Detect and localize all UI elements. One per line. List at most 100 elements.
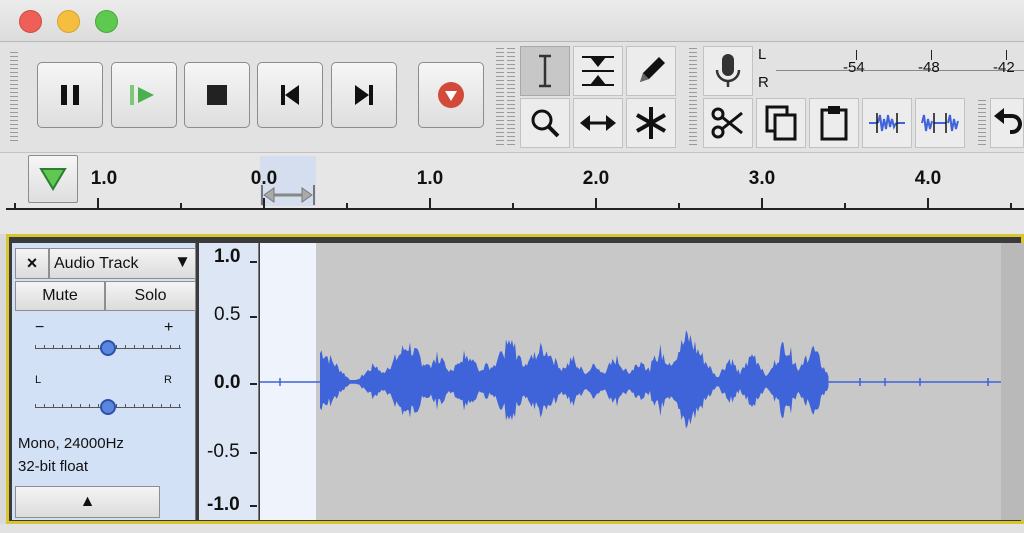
pencil-icon (640, 57, 665, 82)
stop-button[interactable] (184, 62, 250, 128)
selection-handle-icon[interactable] (260, 183, 318, 207)
meter-right-label: R (758, 74, 769, 91)
multi-tool[interactable] (626, 98, 676, 148)
track-format-rate: Mono, 24000Hz (18, 435, 124, 452)
solo-button[interactable]: Solo (105, 281, 196, 311)
envelope-tool[interactable] (573, 46, 623, 96)
dropdown-icon: ▼ (174, 252, 191, 271)
copy-icon (765, 105, 797, 141)
copy-button[interactable] (756, 98, 806, 148)
cut-button[interactable] (703, 98, 753, 148)
ruler-tick (844, 203, 846, 210)
pan-slider-thumb[interactable] (100, 399, 116, 415)
meter-tick-mark (931, 50, 932, 60)
waveform (260, 330, 1001, 429)
trim-audio-button[interactable] (862, 98, 912, 148)
record-button[interactable] (418, 62, 484, 128)
scissors-icon (711, 107, 743, 139)
toolbar-grip[interactable] (689, 48, 697, 146)
amplitude-ruler[interactable]: 1.0 0.5 0.0 -0.5 -1.0 (199, 243, 259, 520)
minimize-window-button[interactable] (57, 10, 80, 33)
ruler-label: 3.0 (748, 168, 776, 189)
play-button[interactable] (111, 62, 177, 128)
skip-to-start-icon (281, 85, 299, 105)
silence-audio-button[interactable] (915, 98, 965, 148)
track-format-bits: 32-bit float (18, 458, 89, 475)
amplitude-tick (250, 261, 257, 263)
toolbar-grip[interactable] (978, 100, 986, 146)
i-beam-icon (539, 54, 551, 88)
gain-slider[interactable] (35, 339, 181, 359)
ruler-tick (927, 198, 929, 210)
window-titlebar (0, 0, 1024, 42)
microphone-icon (715, 54, 741, 87)
toolbar-grip[interactable] (496, 48, 504, 146)
amplitude-label: -0.5 (207, 441, 240, 462)
double-arrow-icon (580, 115, 616, 131)
ruler-baseline (6, 208, 1024, 210)
ruler-tick (346, 203, 348, 210)
ruler-label: 2.0 (582, 168, 610, 189)
ruler-tick (14, 203, 16, 210)
time-shift-tool[interactable] (573, 98, 623, 148)
track-close-button[interactable]: × (15, 248, 49, 279)
skip-to-end-button[interactable] (331, 62, 397, 128)
ruler-label: 4.0 (914, 168, 942, 189)
ruler-tick (595, 198, 597, 210)
triangle-down-icon (39, 168, 67, 191)
record-meter-button[interactable] (703, 46, 753, 96)
track-menu-button[interactable]: Audio Track ▼ (49, 248, 196, 279)
track-right-strip (1001, 243, 1024, 520)
ruler-label: 1.0 (416, 168, 444, 189)
meter-tick: -42 (993, 59, 1015, 76)
toolbar-grip[interactable] (507, 48, 515, 146)
toolbar-grip[interactable] (10, 52, 18, 142)
ruler-tick (263, 198, 265, 210)
magnifier-icon (531, 109, 560, 138)
pan-right-label: R (164, 374, 172, 386)
undo-icon (994, 108, 1022, 134)
mute-button[interactable]: Mute (15, 281, 105, 311)
paste-button[interactable] (809, 98, 859, 148)
pan-slider[interactable] (35, 398, 181, 418)
amplitude-tick (250, 316, 257, 318)
skip-to-start-button[interactable] (257, 62, 323, 128)
ruler-tick (678, 203, 680, 210)
pan-left-label: L (35, 374, 42, 386)
track-name: Audio Track (54, 254, 139, 272)
record-icon (438, 82, 464, 108)
amplitude-tick (250, 452, 257, 454)
envelope-icon (582, 56, 614, 86)
ruler-tick (761, 198, 763, 210)
undo-button[interactable] (990, 98, 1024, 148)
draw-tool[interactable] (626, 46, 676, 96)
amplitude-label: 0.5 (214, 304, 241, 325)
pause-icon (61, 85, 79, 105)
track-area-bottom (0, 524, 1024, 533)
timeline-options-button[interactable] (28, 155, 78, 203)
gain-minus-label: − (35, 319, 45, 336)
meter-left-label: L (758, 46, 767, 63)
zoom-window-button[interactable] (95, 10, 118, 33)
ruler-tick (429, 198, 431, 210)
amplitude-label: 1.0 (214, 246, 241, 267)
meter-tick: -54 (843, 59, 865, 76)
zoom-tool[interactable] (520, 98, 570, 148)
track-control-panel[interactable]: × Audio Track ▼ Mute Solo − + L R Mono, … (12, 243, 196, 520)
play-icon (130, 85, 154, 105)
meter-tick-mark (1006, 50, 1007, 60)
amplitude-label: 0.0 (214, 372, 241, 393)
trim-icon (869, 113, 905, 133)
waveform-envelope (320, 330, 829, 429)
amplitude-tick (250, 505, 257, 507)
close-window-button[interactable] (19, 10, 42, 33)
gain-slider-thumb[interactable] (100, 340, 116, 356)
ruler-tick (1010, 203, 1012, 210)
collapse-track-button[interactable]: ▲ (15, 486, 160, 518)
silence-icon (921, 113, 959, 133)
timeline-ruler[interactable]: 1.0 0.0 1.0 2.0 3.0 4.0 (0, 152, 1024, 234)
toolbar-area: L R -54 -48 -42 (0, 42, 1024, 152)
selection-tool[interactable] (520, 46, 570, 96)
meter-bar[interactable] (776, 70, 1024, 71)
pause-button[interactable] (37, 62, 103, 128)
